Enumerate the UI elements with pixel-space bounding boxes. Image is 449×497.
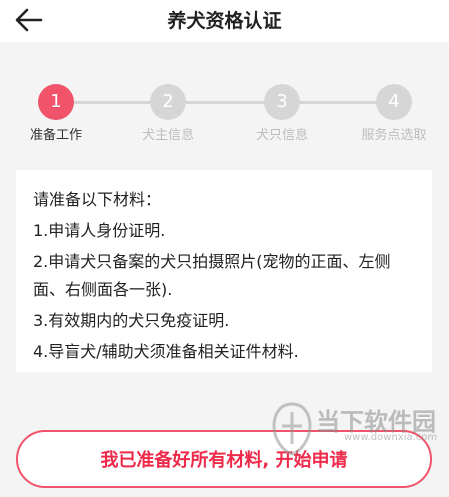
step-circle: 4: [376, 84, 412, 120]
materials-item: 1.申请人身份证明.: [33, 221, 166, 240]
step-label: 犬主信息: [141, 128, 194, 143]
step-label: 服务点选取: [361, 128, 427, 143]
header-bar: 养犬资格认证: [0, 0, 449, 42]
step-1: 1 准备工作: [11, 84, 101, 143]
page-title: 养犬资格认证: [167, 10, 282, 32]
start-application-button[interactable]: 我已准备好所有材料, 开始申请: [16, 430, 432, 488]
progress-stepper: 1 准备工作 2 犬主信息 3 犬只信息 4 服务点选取: [0, 84, 449, 144]
step-4: 4 服务点选取: [349, 84, 439, 143]
step-circle: 3: [264, 84, 300, 120]
materials-card: 请准备以下材料： 1.申请人身份证明. 2.申请犬只备案的犬只拍摄照片(宠物的正…: [16, 170, 432, 372]
materials-item: 4.导盲犬/辅助犬须准备相关证件材料.: [33, 342, 299, 361]
step-circle: 1: [38, 84, 74, 120]
materials-item: 2.申请犬只备案的犬只拍摄照片(宠物的正面、左侧面、右侧面各一张).: [33, 252, 391, 299]
materials-heading: 请准备以下材料：: [33, 190, 162, 209]
step-2: 2 犬主信息: [123, 84, 213, 143]
materials-item: 3.有效期内的犬只免疫证明.: [33, 311, 230, 330]
step-label: 犬只信息: [255, 128, 308, 143]
step-3: 3 犬只信息: [237, 84, 327, 143]
start-application-label: 我已准备好所有材料, 开始申请: [100, 450, 348, 471]
stepper-line: [56, 101, 394, 104]
step-circle: 2: [150, 84, 186, 120]
step-label: 准备工作: [29, 128, 82, 143]
